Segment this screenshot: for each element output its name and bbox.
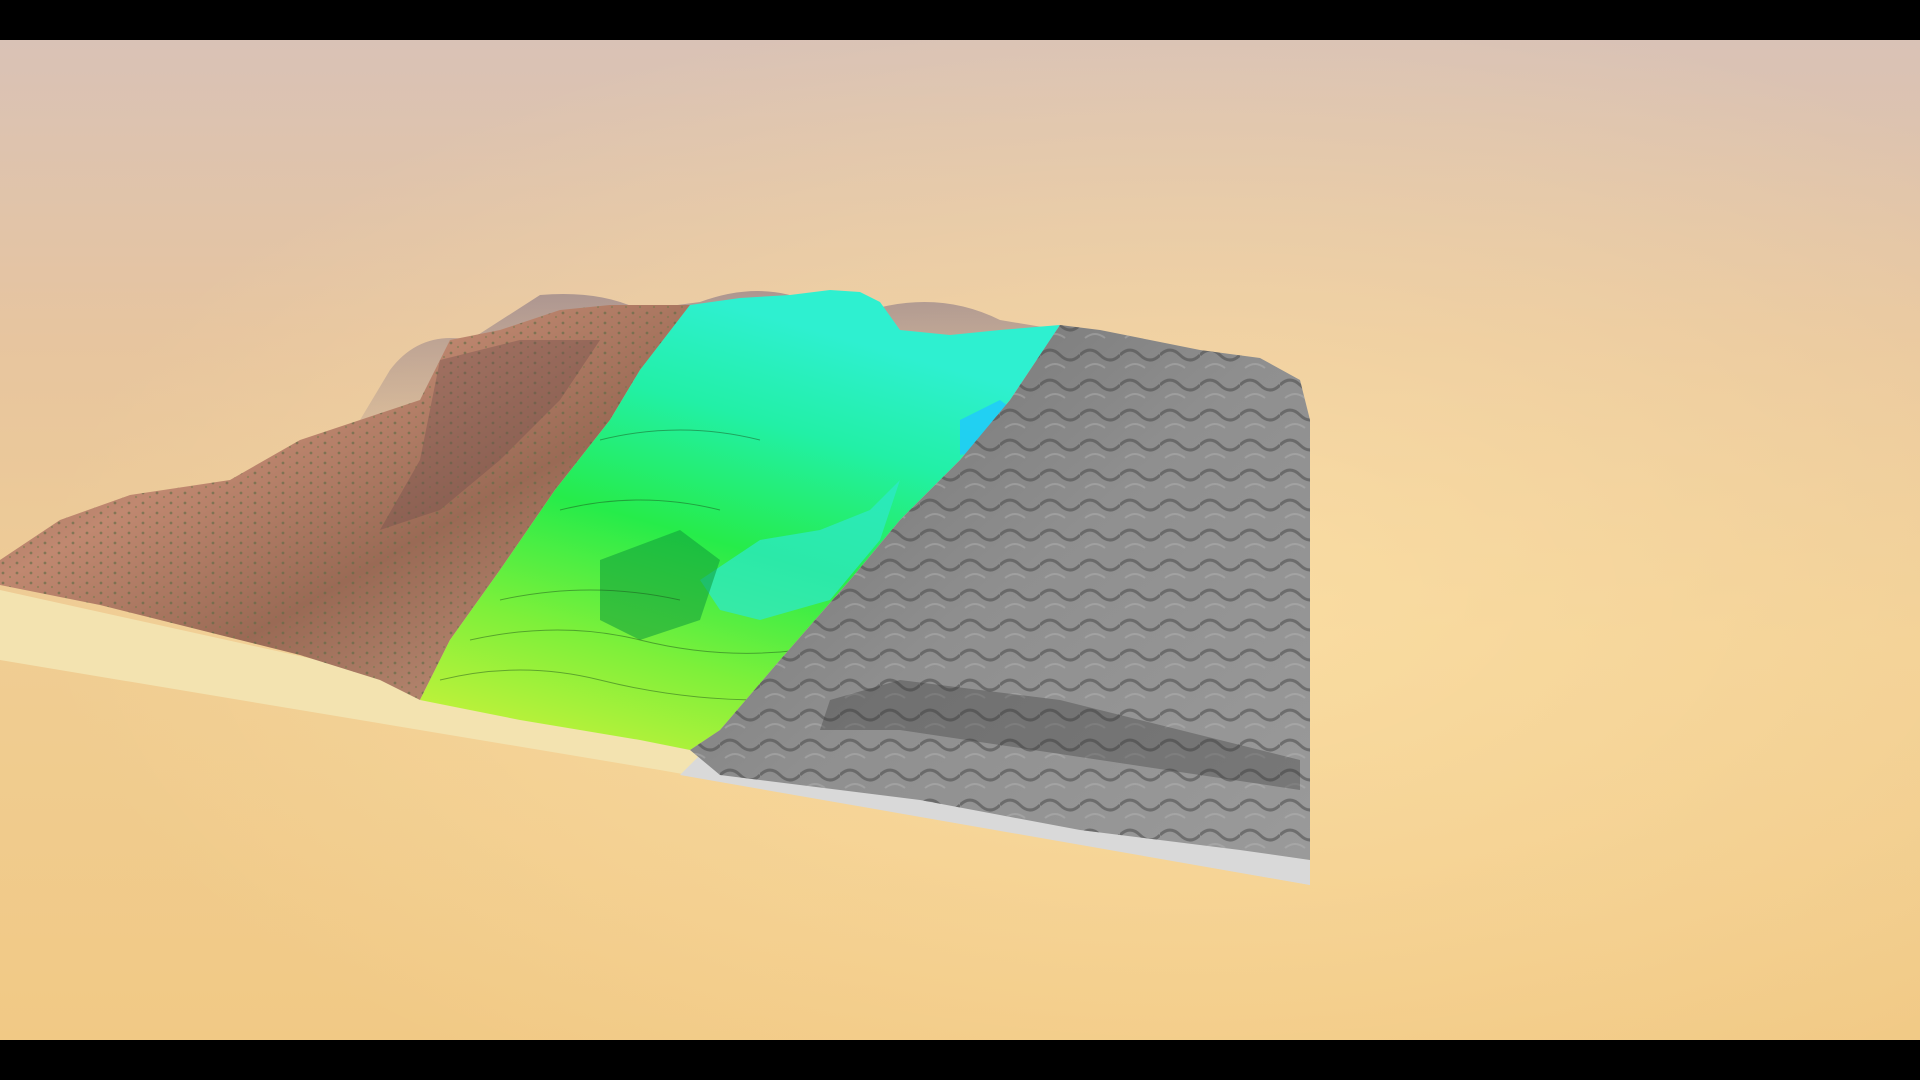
render-frame xyxy=(0,0,1920,1080)
terrain-scene xyxy=(0,40,1920,1040)
letterbox-top xyxy=(0,0,1920,40)
letterbox-bottom xyxy=(0,1040,1920,1080)
render-viewport xyxy=(0,40,1920,1040)
